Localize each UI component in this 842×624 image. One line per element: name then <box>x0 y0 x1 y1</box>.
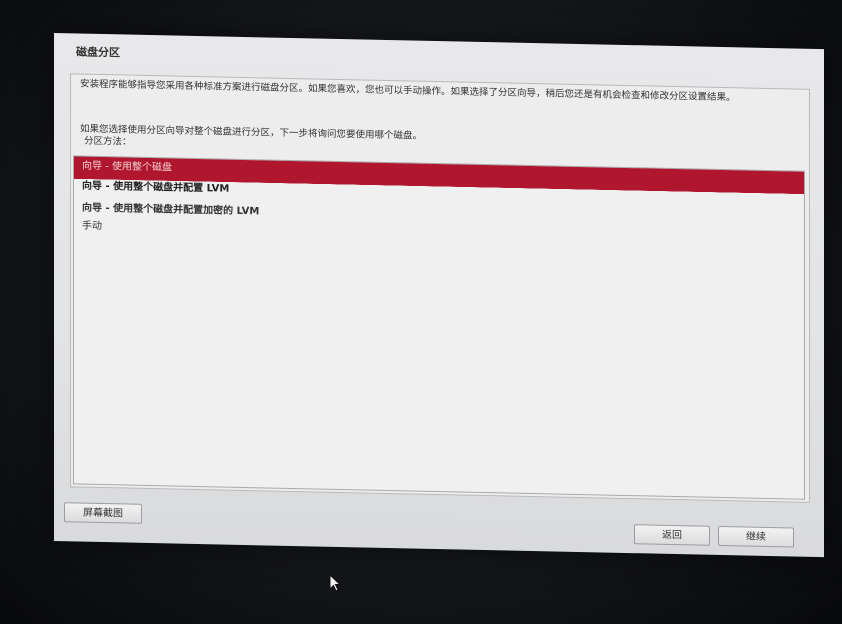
partition-method-list[interactable]: 向导 - 使用整个磁盘 向导 - 使用整个磁盘并配置 LVM 向导 - 使用整个… <box>73 155 805 500</box>
list-item-label: 向导 - 使用整个磁盘并配置加密的 LVM <box>82 202 260 218</box>
list-item-label: 向导 - 使用整个磁盘 <box>82 160 172 174</box>
partition-method-label: 分区方法： <box>84 135 132 148</box>
description-text: 安装程序能够指导您采用各种标准方案进行磁盘分区。如果您喜欢，您也可以手动操作。如… <box>80 78 736 104</box>
content-panel: 安装程序能够指导您采用各种标准方案进行磁盘分区。如果您喜欢，您也可以手动操作。如… <box>70 73 810 503</box>
continue-button[interactable]: 继续 <box>718 525 794 548</box>
list-item-label: 手动 <box>82 220 102 233</box>
window-title: 磁盘分区 <box>76 45 120 60</box>
list-item-label: 向导 - 使用整个磁盘并配置 LVM <box>82 180 230 195</box>
back-button[interactable]: 返回 <box>634 524 710 546</box>
screenshot-button[interactable]: 屏幕截图 <box>64 502 142 524</box>
installer-window: 磁盘分区 安装程序能够指导您采用各种标准方案进行磁盘分区。如果您喜欢，您也可以手… <box>54 33 824 558</box>
